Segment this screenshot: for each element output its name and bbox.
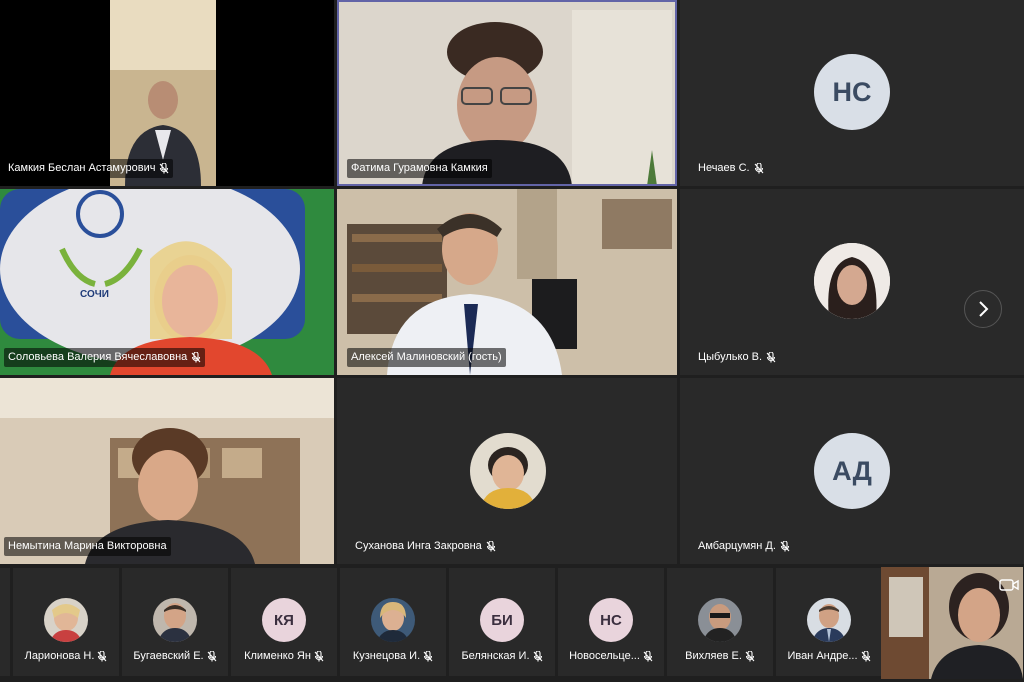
participant-name: Новосельце... <box>569 650 640 662</box>
participant-name: Фатима Гурамовна Камкия <box>351 162 488 174</box>
mic-off-icon <box>754 163 763 174</box>
participant-name-tag: Фатима Гурамовна Камкия <box>347 159 492 178</box>
participant-tile-sukhanova[interactable]: Суханова Инга Закровна <box>337 378 677 564</box>
participant-name: Белянская И. <box>461 650 530 662</box>
participant-photo <box>153 598 197 642</box>
mic-off-icon <box>97 650 107 661</box>
participant-tile-tsybulko[interactable]: Цыбулько В. <box>680 189 1024 375</box>
participant-name-tag: Камкия Беслан Астамурович <box>4 159 174 178</box>
participant-tile-fatima-kamkiya[interactable]: Фатима Гурамовна Камкия <box>337 0 677 186</box>
participant-tile-ambartsumyan[interactable]: АД Амбарцумян Д. <box>680 378 1024 564</box>
participant-name-tag: Немытина Марина Викторовна <box>4 537 171 556</box>
strip-tile-larionova[interactable]: Ларионова Н. <box>13 568 119 676</box>
mic-off-icon <box>861 650 870 661</box>
participant-photo <box>807 598 851 642</box>
mic-off-icon <box>314 650 324 661</box>
participant-name: Суханова Инга Закровна <box>355 540 482 552</box>
participant-tile-nechaev[interactable]: НС Нечаев С. <box>680 0 1024 186</box>
participant-name-tag: Алексей Малиновский (гость) <box>347 348 506 367</box>
participant-name-tag: Бугаевский Е. <box>122 650 228 662</box>
camera-switch-icon[interactable] <box>999 577 1019 593</box>
sochi-logo-text: СОЧИ <box>80 289 109 300</box>
self-view-video[interactable] <box>881 567 1023 679</box>
mic-off-icon <box>533 650 542 661</box>
participant-photo <box>470 433 546 509</box>
participant-name: Иван Андре... <box>787 650 858 662</box>
strip-tile-partial <box>0 568 10 676</box>
avatar-initials: АД <box>832 455 872 486</box>
participant-strip: Ларионова Н. Бугаевский Е. КЯ Клименко Я… <box>0 565 1024 682</box>
participant-tile-nemytina[interactable]: Немытина Марина Викторовна <box>0 378 334 564</box>
participant-name: Немытина Марина Викторовна <box>8 540 167 552</box>
participant-avatar: АД <box>814 433 890 509</box>
participant-name-tag: Иван Андре... <box>776 650 882 662</box>
next-page-button[interactable] <box>964 290 1002 328</box>
participant-tile-kamkiya-beslan[interactable]: Камкия Беслан Астамурович <box>0 0 334 186</box>
participant-name-tag: Амбарцумян Д. <box>694 537 794 556</box>
participant-photo <box>44 598 88 642</box>
participant-avatar: БИ <box>480 598 524 642</box>
strip-tile-ivan-andreevich[interactable]: Иван Андре... <box>776 568 882 676</box>
participant-name: Камкия Беслан Астамурович <box>8 162 156 174</box>
mic-off-icon <box>643 650 653 661</box>
participant-name: Вихляев Е. <box>685 650 742 662</box>
avatar-initials: НС <box>600 611 622 629</box>
chevron-right-icon <box>979 301 989 317</box>
mic-off-icon <box>191 352 201 363</box>
participant-avatar: КЯ <box>262 598 306 642</box>
participant-name: Нечаев С. <box>698 162 750 174</box>
participant-name: Кузнецова И. <box>352 650 421 662</box>
participant-name: Бугаевский Е. <box>133 650 204 662</box>
video-gallery: Камкия Беслан Астамурович Фатима Гурамов… <box>0 0 1024 565</box>
participant-photo <box>698 598 742 642</box>
participant-name-tag: Кузнецова И. <box>340 650 446 662</box>
participant-name-tag: Ларионова Н. <box>13 650 119 662</box>
participant-name: Соловьева Валерия Вячеславовна <box>8 351 188 363</box>
mic-off-icon <box>780 541 790 552</box>
avatar-initials: НС <box>832 76 872 107</box>
mic-off-icon <box>160 163 169 174</box>
participant-photo <box>371 598 415 642</box>
mic-off-icon <box>745 650 755 661</box>
participant-name-tag: Соловьева Валерия Вячеславовна <box>4 348 206 367</box>
participant-name-tag: Нечаев С. <box>694 159 768 178</box>
strip-tile-vikhlyaev[interactable]: Вихляев Е. <box>667 568 773 676</box>
participant-name: Ларионова Н. <box>24 650 95 662</box>
mic-off-icon <box>486 541 496 552</box>
participant-name-tag: Клименко Ян <box>231 650 337 662</box>
mic-off-icon <box>207 650 217 661</box>
strip-tile-bugaevsky[interactable]: Бугаевский Е. <box>122 568 228 676</box>
participant-avatar: НС <box>814 54 890 130</box>
participant-name-tag: Цыбулько В. <box>694 348 780 367</box>
participant-name-tag: Новосельце... <box>558 650 664 662</box>
participant-name: Алексей Малиновский (гость) <box>351 351 502 363</box>
participant-tile-solovyeva[interactable]: СОЧИ Соловьева Валерия Вячеславовна <box>0 189 334 375</box>
strip-tile-belyanskaya[interactable]: БИ Белянская И. <box>449 568 555 676</box>
participant-photo <box>814 243 890 319</box>
avatar-initials: КЯ <box>274 611 294 629</box>
participant-avatar: НС <box>589 598 633 642</box>
strip-tile-kuznetsova[interactable]: Кузнецова И. <box>340 568 446 676</box>
participant-name-tag: Суханова Инга Закровна <box>351 537 500 556</box>
strip-tile-klimenko[interactable]: КЯ Клименко Ян <box>231 568 337 676</box>
mic-off-icon <box>423 650 433 661</box>
participant-name-tag: Белянская И. <box>449 650 555 662</box>
participant-name: Амбарцумян Д. <box>698 540 776 552</box>
participant-name-tag: Вихляев Е. <box>667 650 773 662</box>
participant-name: Клименко Ян <box>244 650 311 662</box>
participant-name: Цыбулько В. <box>698 351 763 363</box>
strip-tile-novoseltsev[interactable]: НС Новосельце... <box>558 568 664 676</box>
mic-off-icon <box>766 352 776 363</box>
avatar-initials: БИ <box>491 611 513 629</box>
participant-tile-malinovsky[interactable]: Алексей Малиновский (гость) <box>337 189 677 375</box>
